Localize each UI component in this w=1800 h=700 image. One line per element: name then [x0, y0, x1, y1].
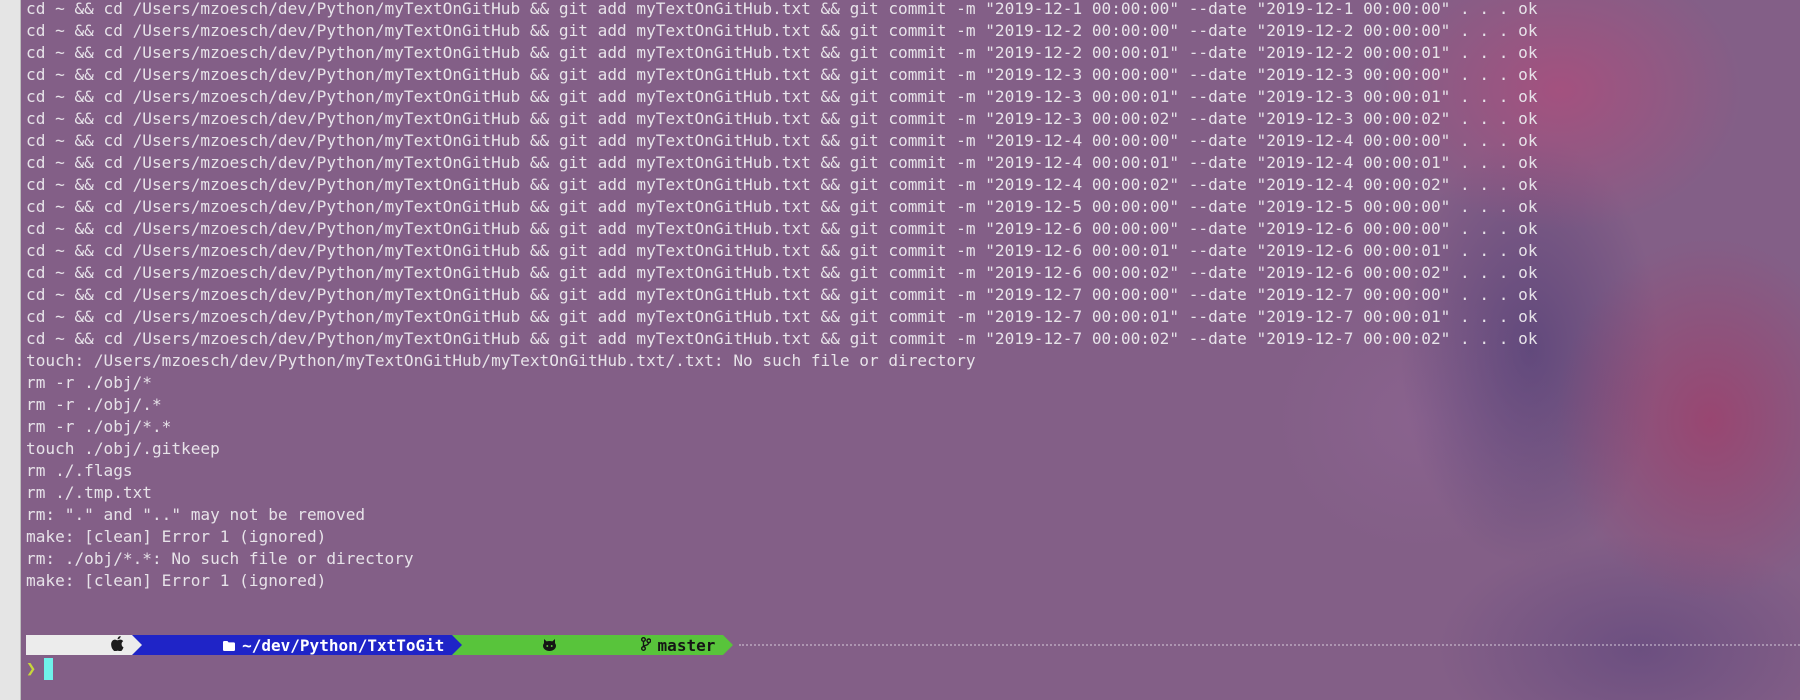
- output-line: rm -r ./obj/*: [26, 373, 152, 392]
- output-line: rm ./.flags: [26, 461, 133, 480]
- powerline-prompt: ~/dev/Python/TxtToGit master: [26, 634, 1800, 656]
- prompt-separator: [132, 635, 143, 655]
- output-line: cd ~ && cd /Users/mzoesch/dev/Python/myT…: [26, 65, 1538, 84]
- output-line: cd ~ && cd /Users/mzoesch/dev/Python/myT…: [26, 307, 1538, 326]
- output-line: cd ~ && cd /Users/mzoesch/dev/Python/myT…: [26, 285, 1538, 304]
- prompt-directory: ~/dev/Python/TxtToGit: [242, 635, 445, 655]
- prompt-char: ❯: [26, 659, 37, 679]
- output-line: make: [clean] Error 1 (ignored): [26, 527, 327, 546]
- output-line: rm -r ./obj/.*: [26, 395, 162, 414]
- github-icon: [466, 617, 557, 674]
- terminal-output: cd ~ && cd /Users/mzoesch/dev/Python/myT…: [26, 0, 1800, 592]
- output-line: rm: ./obj/*.*: No such file or directory: [26, 549, 414, 568]
- prompt-git-segment: master: [452, 635, 724, 655]
- output-line: cd ~ && cd /Users/mzoesch/dev/Python/myT…: [26, 153, 1538, 172]
- folder-icon: [146, 617, 236, 674]
- output-line: cd ~ && cd /Users/mzoesch/dev/Python/myT…: [26, 21, 1538, 40]
- command-input-line[interactable]: ❯: [26, 657, 54, 681]
- output-line: cd ~ && cd /Users/mzoesch/dev/Python/myT…: [26, 87, 1538, 106]
- terminal-cursor[interactable]: [44, 658, 54, 680]
- output-line: cd ~ && cd /Users/mzoesch/dev/Python/myT…: [26, 329, 1538, 348]
- output-line: rm: "." and ".." may not be removed: [26, 505, 366, 524]
- output-line: make: [clean] Error 1 (ignored): [26, 571, 327, 590]
- output-line: cd ~ && cd /Users/mzoesch/dev/Python/myT…: [26, 109, 1538, 128]
- prompt-separator: [723, 635, 734, 655]
- output-line: cd ~ && cd /Users/mzoesch/dev/Python/myT…: [26, 0, 1538, 18]
- output-line: cd ~ && cd /Users/mzoesch/dev/Python/myT…: [26, 219, 1538, 238]
- output-line: touch: /Users/mzoesch/dev/Python/myTextO…: [26, 351, 976, 370]
- output-line: cd ~ && cd /Users/mzoesch/dev/Python/myT…: [26, 43, 1538, 62]
- prompt-filler-line: [739, 644, 1800, 646]
- prompt-directory-segment: ~/dev/Python/TxtToGit: [132, 635, 453, 655]
- output-line: cd ~ && cd /Users/mzoesch/dev/Python/myT…: [26, 241, 1538, 260]
- output-line: cd ~ && cd /Users/mzoesch/dev/Python/myT…: [26, 131, 1538, 150]
- prompt-separator: [452, 635, 463, 655]
- git-branch-icon: [563, 617, 651, 674]
- output-line: cd ~ && cd /Users/mzoesch/dev/Python/myT…: [26, 263, 1538, 282]
- output-line: touch ./obj/.gitkeep: [26, 439, 220, 458]
- prompt-os-segment: [26, 635, 133, 655]
- output-line: rm -r ./obj/*.*: [26, 417, 172, 436]
- output-line: rm ./.tmp.txt: [26, 483, 152, 502]
- terminal-output-area[interactable]: cd ~ && cd /Users/mzoesch/dev/Python/myT…: [26, 0, 1800, 700]
- output-line: cd ~ && cd /Users/mzoesch/dev/Python/myT…: [26, 175, 1538, 194]
- window-edge: [0, 0, 21, 700]
- prompt-git-branch: master: [657, 635, 716, 655]
- output-line: cd ~ && cd /Users/mzoesch/dev/Python/myT…: [26, 197, 1538, 216]
